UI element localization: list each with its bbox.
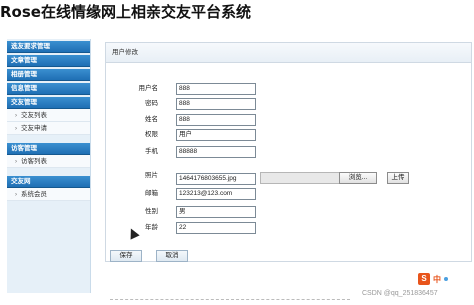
user-edit-panel: 用户修改 用户名 888 密码 888 姓名 888 权限 用户 手机 8888… xyxy=(105,42,472,262)
browse-button[interactable]: 浏览... xyxy=(339,172,377,184)
role-label: 权限 xyxy=(145,131,158,138)
divider xyxy=(110,299,350,301)
username-label: 用户名 xyxy=(138,85,159,92)
menu-group-preference[interactable]: 选友要求管理 xyxy=(7,41,90,53)
phone-field[interactable]: 88888 xyxy=(176,146,256,158)
menu-group-info[interactable]: 信息管理 xyxy=(7,83,90,95)
sidebar: 选友要求管理 文章管理 相册管理 信息管理 交友管理 › 交友列表 › 交友申请 访… xyxy=(7,39,91,293)
watermark: CSDN @qq_251836457 xyxy=(362,290,438,297)
panel-title: 用户修改 xyxy=(106,43,471,63)
chevron-right-icon: › xyxy=(15,159,17,165)
email-label: 邮箱 xyxy=(145,190,158,197)
role-field[interactable]: 用户 xyxy=(176,129,256,141)
gender-label: 性别 xyxy=(145,208,158,215)
gender-field[interactable]: 男 xyxy=(176,206,256,218)
sidebar-item-label: 系统会员 xyxy=(21,191,47,198)
password-label: 密码 xyxy=(145,100,158,107)
ime-mode-label: 中 xyxy=(433,274,441,284)
sidebar-item-friend-requests[interactable]: › 交友申请 xyxy=(7,122,90,135)
chevron-right-icon: › xyxy=(15,113,17,119)
sidebar-item-label: 访客列表 xyxy=(21,158,47,165)
sidebar-item-members[interactable]: › 系统会员 xyxy=(7,188,90,201)
photo-path-field[interactable]: 1464176803655.jpg xyxy=(176,173,256,185)
menu-group-friends[interactable]: 交友管理 xyxy=(7,97,90,109)
name-label: 姓名 xyxy=(145,116,158,123)
password-field[interactable]: 888 xyxy=(176,98,256,110)
email-field[interactable]: 123213@123.com xyxy=(176,188,256,200)
sogou-ime-icon: S xyxy=(418,273,430,285)
age-field[interactable]: 22 xyxy=(176,222,256,234)
sidebar-item-label: 交友列表 xyxy=(21,112,47,119)
menu-group-articles[interactable]: 文章管理 xyxy=(7,55,90,67)
chevron-right-icon: › xyxy=(15,192,17,198)
upload-button[interactable]: 上传 xyxy=(387,172,409,184)
name-field[interactable]: 888 xyxy=(176,114,256,126)
chevron-right-icon: › xyxy=(15,126,17,132)
sogou-ime-toolbar[interactable]: S 中 xyxy=(418,272,470,286)
username-field[interactable]: 888 xyxy=(176,83,256,95)
menu-group-albums[interactable]: 相册管理 xyxy=(7,69,90,81)
save-button[interactable]: 保存 xyxy=(110,250,142,262)
sidebar-item-label: 交友申请 xyxy=(21,125,47,132)
sidebar-item-visitor-list[interactable]: › 访客列表 xyxy=(7,155,90,168)
menu-group-site[interactable]: 交友网 xyxy=(7,176,90,188)
photo-label: 照片 xyxy=(145,172,158,179)
app-title: Rose在线情缘网上相亲交友平台系统 xyxy=(0,3,251,21)
ime-status-icon xyxy=(444,277,448,281)
cancel-button[interactable]: 取消 xyxy=(156,250,188,262)
sidebar-item-friend-list[interactable]: › 交友列表 xyxy=(7,109,90,122)
menu-group-visitors[interactable]: 访客管理 xyxy=(7,143,90,155)
phone-label: 手机 xyxy=(145,148,158,155)
